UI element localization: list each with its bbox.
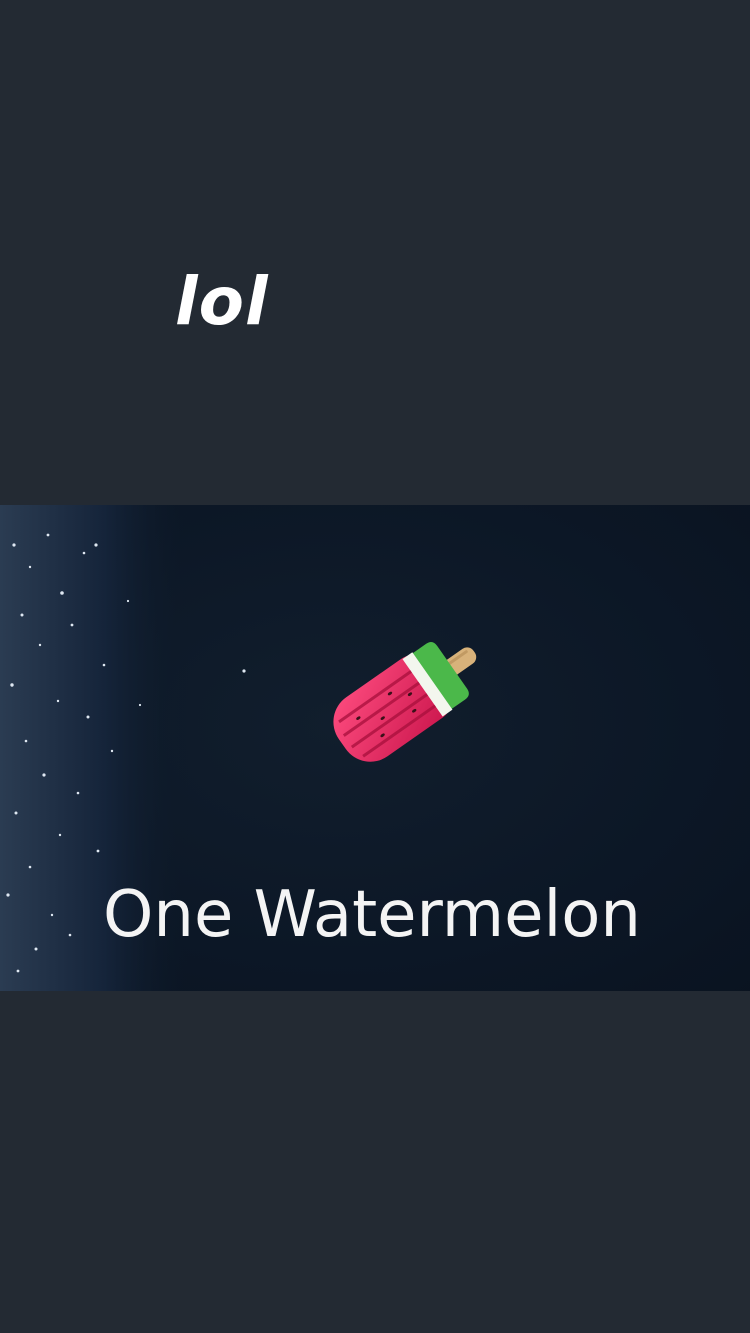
caption-text: lol [175,263,269,340]
video-title-text: One Watermelon [103,878,641,952]
video-frame[interactable]: One Watermelon [0,505,750,991]
story-screen: lol One Watermelon [0,0,750,1333]
